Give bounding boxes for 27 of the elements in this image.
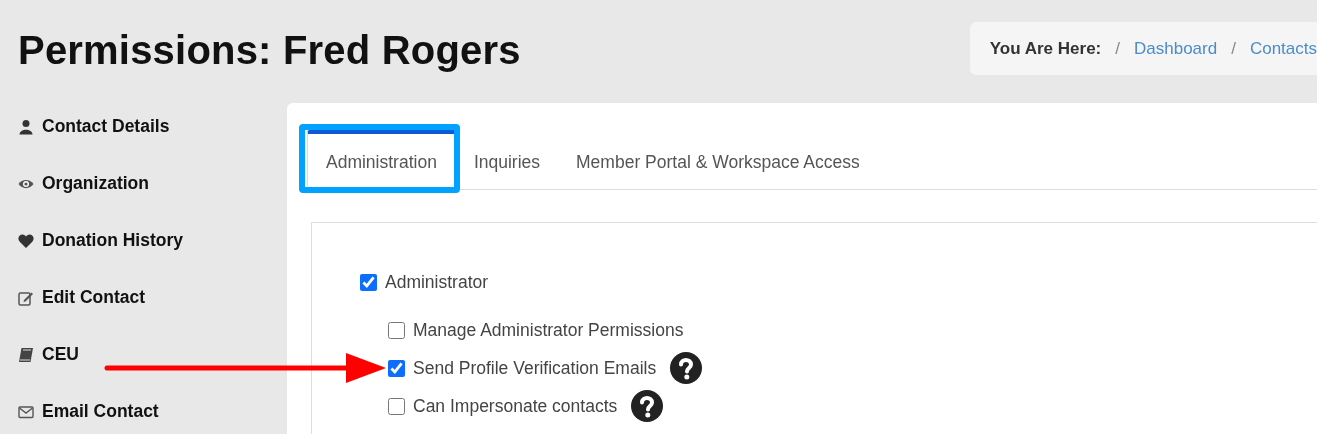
help-icon[interactable]	[631, 390, 664, 422]
user-icon	[18, 118, 34, 135]
sidebar-item[interactable]: Edit Contact	[18, 269, 287, 326]
breadcrumb-label: You Are Here:	[989, 37, 1102, 60]
help-icon[interactable]	[670, 352, 703, 384]
checkbox[interactable]	[360, 273, 377, 291]
book-icon	[18, 346, 34, 363]
checkbox[interactable]	[388, 321, 405, 339]
heart-icon	[18, 232, 34, 249]
sidebar-item[interactable]: Email Contact	[18, 383, 287, 434]
sidebar-item[interactable]: CEU	[18, 326, 287, 383]
sidebar-item[interactable]: Donation History	[18, 212, 287, 269]
checkbox[interactable]	[388, 359, 405, 377]
sidebar-item[interactable]: Contact Details	[18, 98, 287, 155]
breadcrumb-separator: /	[1115, 37, 1120, 60]
checkbox-label: Manage Administrator Permissions	[413, 318, 684, 342]
checkbox-label: Administrator	[385, 270, 489, 294]
envelope-icon	[18, 403, 34, 420]
sidebar-item[interactable]: Organization	[18, 155, 287, 212]
breadcrumb-separator: /	[1231, 37, 1236, 60]
edit-icon	[18, 289, 34, 306]
tab[interactable]: Member Portal & Workspace Access	[558, 130, 878, 190]
tab[interactable]: Inquiries	[455, 130, 559, 190]
checkbox[interactable]	[388, 397, 405, 415]
checkbox-label: Can Impersonate contacts	[413, 394, 618, 418]
checkbox-label: Send Profile Verification Emails	[413, 356, 657, 380]
page-title: Permissions: Fred Rogers	[18, 27, 521, 74]
